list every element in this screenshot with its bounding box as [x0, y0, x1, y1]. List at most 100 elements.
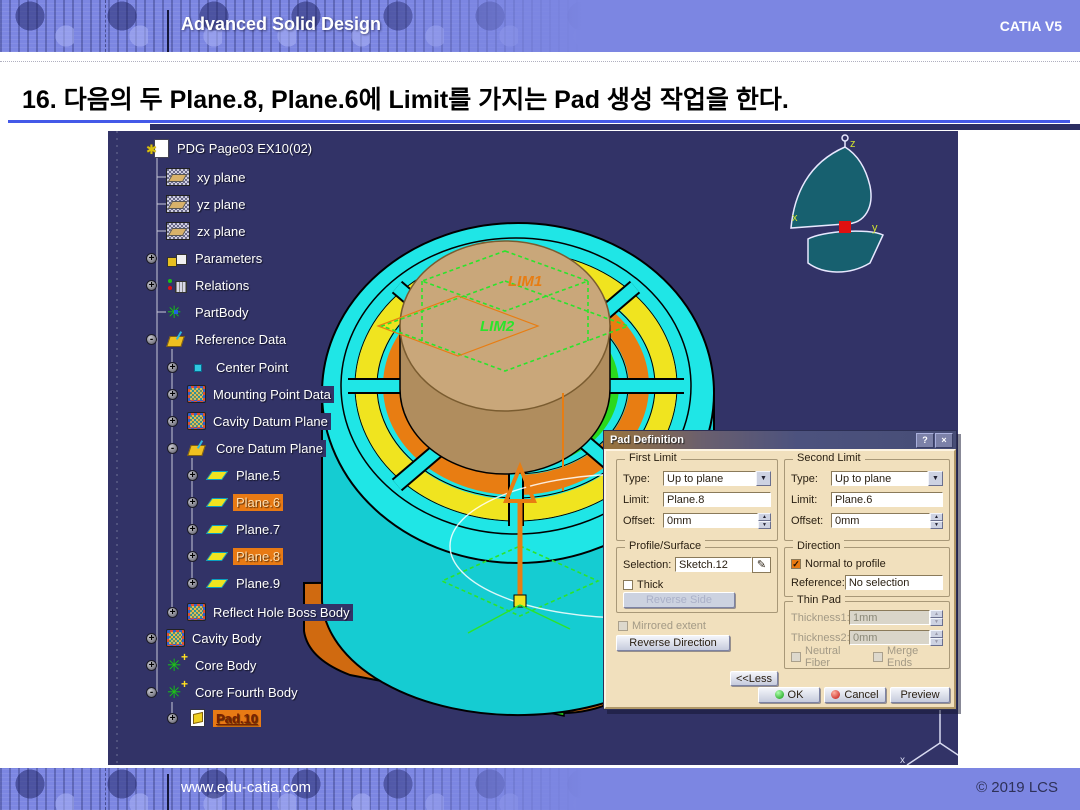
tree-item-plane6[interactable]: +Plane.6 [187, 492, 283, 512]
tree-item-mounting-point-data[interactable]: + Mounting Point Data [167, 384, 334, 404]
reference-field[interactable]: No selection [845, 575, 943, 590]
expander-icon[interactable]: + [187, 524, 198, 535]
dialog-titlebar[interactable]: Pad Definition ? × [604, 431, 956, 449]
body-plus-icon[interactable] [166, 656, 188, 674]
less-button[interactable]: <<Less [730, 671, 778, 686]
tree-item-cavity-datum-plane[interactable]: + Cavity Datum Plane [167, 411, 331, 431]
close-button[interactable]: × [935, 433, 953, 448]
point-icon[interactable] [187, 358, 209, 376]
expander-icon[interactable]: + [167, 389, 178, 400]
tree-item-label[interactable]: Plane.5 [233, 467, 283, 484]
help-button[interactable]: ? [916, 433, 934, 448]
reverse-direction-button[interactable]: Reverse Direction [616, 635, 730, 651]
tree-item-label[interactable]: Core Datum Plane [213, 440, 326, 457]
offset-stepper[interactable]: ▲▼ [930, 513, 943, 528]
expander-icon[interactable]: + [187, 470, 198, 481]
type-dropdown[interactable]: Up to plane [663, 471, 756, 486]
tree-item-plane5[interactable]: + Plane.5 [187, 465, 283, 485]
plane-icon[interactable] [207, 547, 229, 565]
limit-field[interactable]: Plane.6 [831, 492, 943, 507]
tree-item-core-datum-plane[interactable]: - Core Datum Plane [167, 438, 326, 458]
body-icon[interactable] [187, 412, 206, 430]
plane-icon[interactable] [166, 195, 190, 213]
tree-item-pad10[interactable]: + Pad.10 [167, 708, 261, 728]
body-icon[interactable] [166, 629, 185, 647]
expander-icon[interactable]: + [187, 497, 198, 508]
expander-icon[interactable]: + [146, 253, 157, 264]
chevron-down-icon[interactable]: ▼ [756, 471, 771, 486]
tree-item-label[interactable]: Mounting Point Data [210, 386, 334, 403]
tree-item-label[interactable]: Core Body [192, 657, 259, 674]
tree-item-root[interactable]: PDG Page03 EX10(02) [128, 138, 315, 158]
tree-item-label[interactable]: yz plane [194, 196, 248, 213]
cancel-button[interactable]: Cancel [824, 687, 886, 703]
tree-item-core-body[interactable]: + Core Body [146, 655, 259, 675]
compass[interactable]: z x y [791, 135, 883, 272]
expander-icon[interactable]: - [146, 334, 157, 345]
relations-icon[interactable] [166, 276, 188, 294]
thick-checkbox[interactable] [623, 580, 633, 590]
expander-icon[interactable]: - [146, 687, 157, 698]
tree-item-cavity-body[interactable]: + Cavity Body [146, 628, 264, 648]
tree-item-plane9[interactable]: +Plane.9 [187, 573, 283, 593]
tree-item-label[interactable]: PDG Page03 EX10(02) [174, 140, 315, 157]
ok-button[interactable]: OK [758, 687, 820, 703]
tree-item-center-point[interactable]: + Center Point [167, 357, 291, 377]
normal-to-profile-checkbox[interactable]: ✓ [791, 559, 801, 569]
expander-icon[interactable]: + [167, 607, 178, 618]
expander-icon[interactable]: + [146, 280, 157, 291]
tree-item-label[interactable]: zx plane [194, 223, 248, 240]
expander-icon[interactable]: - [167, 443, 178, 454]
tree-item-label[interactable]: Relations [192, 277, 252, 294]
tree-item-label[interactable]: Cavity Body [189, 630, 264, 647]
type-dropdown[interactable]: Up to plane [831, 471, 928, 486]
tree-item-reflect-hole-boss-body[interactable]: + Reflect Hole Boss Body [167, 602, 353, 622]
expander-icon[interactable]: + [187, 551, 198, 562]
tree-item-label[interactable]: Plane.7 [233, 521, 283, 538]
open-body-icon[interactable] [187, 439, 209, 457]
tree-item-label[interactable]: Center Point [213, 359, 291, 376]
tree-item-plane7[interactable]: + Plane.7 [187, 519, 283, 539]
plane-icon[interactable] [166, 168, 190, 186]
offset-stepper[interactable]: ▲▼ [758, 513, 771, 528]
body-icon[interactable] [187, 603, 206, 621]
body-icon[interactable] [187, 385, 206, 403]
parameters-icon[interactable] [166, 249, 188, 267]
plane-icon[interactable] [166, 222, 190, 240]
expander-icon[interactable]: + [146, 633, 157, 644]
tree-item-plane8[interactable]: + Plane.8 [187, 546, 283, 566]
offset-field[interactable]: 0mm [663, 513, 758, 528]
tree-item-relations[interactable]: + Relations [146, 275, 252, 295]
tree-item-core-fourth-body[interactable]: - Core Fourth Body [146, 682, 301, 702]
tree-item-label[interactable]: Reflect Hole Boss Body [210, 604, 353, 621]
plane-icon[interactable] [207, 493, 229, 511]
body-plus-icon[interactable] [166, 683, 188, 701]
tree-item-label[interactable]: PartBody [192, 304, 251, 321]
chevron-down-icon[interactable]: ▼ [928, 471, 943, 486]
tree-item-yz-plane[interactable]: yz plane [146, 194, 248, 214]
preview-button[interactable]: Preview [890, 687, 950, 703]
tree-item-reference-data[interactable]: -Reference Data [146, 329, 289, 349]
part-icon[interactable] [148, 139, 170, 157]
tree-item-label[interactable]: xy plane [194, 169, 248, 186]
pad-icon[interactable] [187, 709, 209, 727]
expander-icon[interactable]: + [167, 362, 178, 373]
expander-icon[interactable]: + [187, 578, 198, 589]
tree-item-parameters[interactable]: + Parameters [146, 248, 265, 268]
expander-icon[interactable]: + [167, 416, 178, 427]
tree-item-label[interactable]: Pad.10 [213, 710, 261, 727]
pad-definition-dialog[interactable]: Pad Definition ? × First Limit Type: Up … [603, 430, 957, 710]
sketch-icon[interactable]: ✎ [752, 557, 771, 573]
limit-field[interactable]: Plane.8 [663, 492, 771, 507]
body-icon[interactable] [166, 303, 188, 321]
expander-icon[interactable]: + [146, 660, 157, 671]
tree-item-label[interactable]: Core Fourth Body [192, 684, 301, 701]
open-body-icon[interactable] [166, 330, 188, 348]
offset-field[interactable]: 0mm [831, 513, 930, 528]
tree-item-label[interactable]: Plane.8 [233, 548, 283, 565]
selection-field[interactable]: Sketch.12 [675, 557, 752, 572]
plane-icon[interactable] [207, 466, 229, 484]
tree-item-label[interactable]: Parameters [192, 250, 265, 267]
expander-icon[interactable]: + [167, 713, 178, 724]
tree-item-label[interactable]: Cavity Datum Plane [210, 413, 331, 430]
